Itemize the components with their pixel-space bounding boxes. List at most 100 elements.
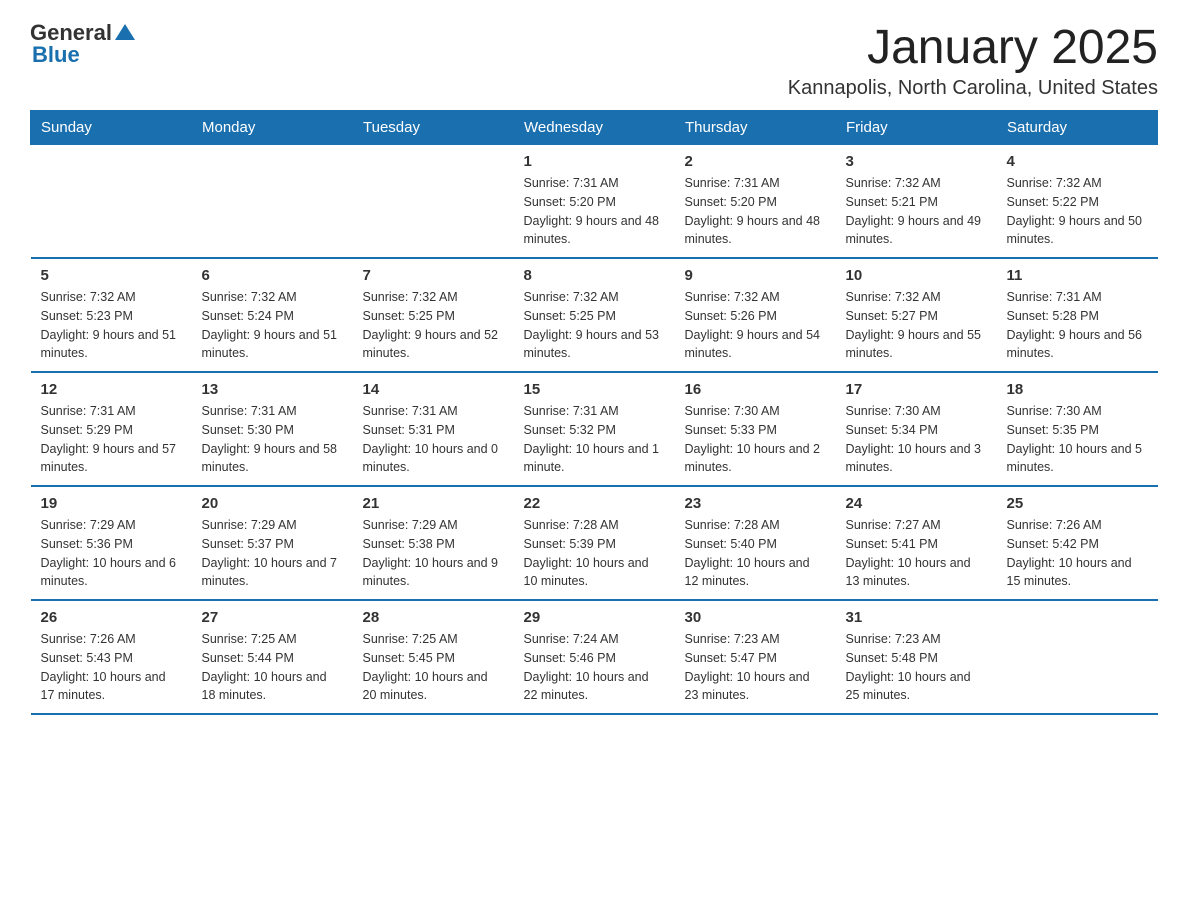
day-info: Sunrise: 7:32 AMSunset: 5:24 PMDaylight:… xyxy=(202,288,343,363)
calendar-day-13: 13Sunrise: 7:31 AMSunset: 5:30 PMDayligh… xyxy=(192,372,353,486)
day-number: 10 xyxy=(846,267,987,284)
day-number: 31 xyxy=(846,609,987,626)
calendar-header-cell-tuesday: Tuesday xyxy=(353,111,514,145)
calendar-week-row: 1 Sunrise: 7:31 AMSunset: 5:20 PMDaylight… xyxy=(31,145,1158,259)
calendar-day-31: 31Sunrise: 7:23 AMSunset: 5:48 PMDayligh… xyxy=(836,600,997,714)
calendar-day-4: 4 Sunrise: 7:32 AMSunset: 5:22 PMDaylight… xyxy=(997,145,1158,259)
calendar-day-15: 15 Sunrise: 7:31 AMSunset: 5:32 PMDayligh… xyxy=(514,372,675,486)
day-info: Sunrise: 7:30 AMSunset: 5:34 PMDaylight:… xyxy=(846,402,987,477)
location-subtitle: Kannapolis, North Carolina, United State… xyxy=(788,77,1158,100)
day-info: Sunrise: 7:31 AMSunset: 5:29 PMDaylight:… xyxy=(41,402,182,477)
day-info: Sunrise: 7:32 AMSunset: 5:22 PMDaylight:… xyxy=(1007,174,1148,249)
logo-blue-text: Blue xyxy=(32,42,80,68)
day-number: 2 xyxy=(685,153,826,170)
day-info: Sunrise: 7:31 AMSunset: 5:20 PMDaylight:… xyxy=(524,174,665,249)
calendar-day-12: 12Sunrise: 7:31 AMSunset: 5:29 PMDayligh… xyxy=(31,372,192,486)
day-number: 26 xyxy=(41,609,182,626)
calendar-body: 1 Sunrise: 7:31 AMSunset: 5:20 PMDaylight… xyxy=(31,145,1158,715)
day-info: Sunrise: 7:31 AMSunset: 5:20 PMDaylight:… xyxy=(685,174,826,249)
calendar-day-29: 29Sunrise: 7:24 AMSunset: 5:46 PMDayligh… xyxy=(514,600,675,714)
day-info: Sunrise: 7:25 AMSunset: 5:44 PMDaylight:… xyxy=(202,630,343,705)
calendar-day-18: 18 Sunrise: 7:30 AMSunset: 5:35 PMDayligh… xyxy=(997,372,1158,486)
day-info: Sunrise: 7:32 AMSunset: 5:26 PMDaylight:… xyxy=(685,288,826,363)
day-info: Sunrise: 7:29 AMSunset: 5:38 PMDaylight:… xyxy=(363,516,504,591)
calendar-day-10: 10Sunrise: 7:32 AMSunset: 5:27 PMDayligh… xyxy=(836,258,997,372)
day-number: 24 xyxy=(846,495,987,512)
day-number: 15 xyxy=(524,381,665,398)
day-number: 20 xyxy=(202,495,343,512)
logo: General Blue xyxy=(30,20,135,68)
calendar-day-16: 16 Sunrise: 7:30 AMSunset: 5:33 PMDayligh… xyxy=(675,372,836,486)
day-info: Sunrise: 7:31 AMSunset: 5:28 PMDaylight:… xyxy=(1007,288,1148,363)
day-number: 18 xyxy=(1007,381,1148,398)
day-info: Sunrise: 7:26 AMSunset: 5:43 PMDaylight:… xyxy=(41,630,182,705)
day-info: Sunrise: 7:30 AMSunset: 5:35 PMDaylight:… xyxy=(1007,402,1148,477)
day-info: Sunrise: 7:29 AMSunset: 5:37 PMDaylight:… xyxy=(202,516,343,591)
day-number: 22 xyxy=(524,495,665,512)
month-title: January 2025 xyxy=(788,20,1158,75)
calendar-day-22: 22Sunrise: 7:28 AMSunset: 5:39 PMDayligh… xyxy=(514,486,675,600)
title-section: January 2025 Kannapolis, North Carolina,… xyxy=(788,20,1158,100)
day-info: Sunrise: 7:32 AMSunset: 5:25 PMDaylight:… xyxy=(363,288,504,363)
day-number: 1 xyxy=(524,153,665,170)
calendar-day-8: 8 Sunrise: 7:32 AMSunset: 5:25 PMDaylight… xyxy=(514,258,675,372)
calendar-day-14: 14Sunrise: 7:31 AMSunset: 5:31 PMDayligh… xyxy=(353,372,514,486)
day-number: 29 xyxy=(524,609,665,626)
calendar-day-6: 6 Sunrise: 7:32 AMSunset: 5:24 PMDaylight… xyxy=(192,258,353,372)
day-number: 27 xyxy=(202,609,343,626)
calendar-day-3: 3 Sunrise: 7:32 AMSunset: 5:21 PMDaylight… xyxy=(836,145,997,259)
calendar-day-17: 17Sunrise: 7:30 AMSunset: 5:34 PMDayligh… xyxy=(836,372,997,486)
calendar-header-cell-monday: Monday xyxy=(192,111,353,145)
day-info: Sunrise: 7:32 AMSunset: 5:21 PMDaylight:… xyxy=(846,174,987,249)
calendar-day-27: 27 Sunrise: 7:25 AMSunset: 5:44 PMDayligh… xyxy=(192,600,353,714)
day-info: Sunrise: 7:28 AMSunset: 5:40 PMDaylight:… xyxy=(685,516,826,591)
day-info: Sunrise: 7:32 AMSunset: 5:25 PMDaylight:… xyxy=(524,288,665,363)
calendar-empty-cell xyxy=(353,145,514,259)
calendar-day-23: 23 Sunrise: 7:28 AMSunset: 5:40 PMDayligh… xyxy=(675,486,836,600)
day-info: Sunrise: 7:23 AMSunset: 5:47 PMDaylight:… xyxy=(685,630,826,705)
day-number: 21 xyxy=(363,495,504,512)
calendar-header-cell-sunday: Sunday xyxy=(31,111,192,145)
day-number: 25 xyxy=(1007,495,1148,512)
calendar-day-1: 1 Sunrise: 7:31 AMSunset: 5:20 PMDaylight… xyxy=(514,145,675,259)
calendar-day-24: 24Sunrise: 7:27 AMSunset: 5:41 PMDayligh… xyxy=(836,486,997,600)
calendar-header: SundayMondayTuesdayWednesdayThursdayFrid… xyxy=(31,111,1158,145)
calendar-header-cell-thursday: Thursday xyxy=(675,111,836,145)
day-number: 3 xyxy=(846,153,987,170)
calendar-header-cell-saturday: Saturday xyxy=(997,111,1158,145)
day-info: Sunrise: 7:32 AMSunset: 5:23 PMDaylight:… xyxy=(41,288,182,363)
day-number: 19 xyxy=(41,495,182,512)
calendar-day-21: 21 Sunrise: 7:29 AMSunset: 5:38 PMDayligh… xyxy=(353,486,514,600)
calendar-week-row: 5Sunrise: 7:32 AMSunset: 5:23 PMDaylight… xyxy=(31,258,1158,372)
logo-triangle-icon xyxy=(115,24,135,40)
day-info: Sunrise: 7:29 AMSunset: 5:36 PMDaylight:… xyxy=(41,516,182,591)
calendar-empty-cell xyxy=(31,145,192,259)
calendar-day-5: 5Sunrise: 7:32 AMSunset: 5:23 PMDaylight… xyxy=(31,258,192,372)
day-number: 8 xyxy=(524,267,665,284)
day-number: 4 xyxy=(1007,153,1148,170)
calendar-week-row: 12Sunrise: 7:31 AMSunset: 5:29 PMDayligh… xyxy=(31,372,1158,486)
calendar-day-28: 28Sunrise: 7:25 AMSunset: 5:45 PMDayligh… xyxy=(353,600,514,714)
day-number: 7 xyxy=(363,267,504,284)
day-number: 14 xyxy=(363,381,504,398)
calendar-header-cell-wednesday: Wednesday xyxy=(514,111,675,145)
calendar-day-11: 11Sunrise: 7:31 AMSunset: 5:28 PMDayligh… xyxy=(997,258,1158,372)
day-number: 9 xyxy=(685,267,826,284)
day-number: 23 xyxy=(685,495,826,512)
calendar-header-row: SundayMondayTuesdayWednesdayThursdayFrid… xyxy=(31,111,1158,145)
day-number: 16 xyxy=(685,381,826,398)
day-number: 30 xyxy=(685,609,826,626)
page-header: General Blue January 2025 Kannapolis, No… xyxy=(30,20,1158,100)
calendar-day-25: 25 Sunrise: 7:26 AMSunset: 5:42 PMDayligh… xyxy=(997,486,1158,600)
day-number: 28 xyxy=(363,609,504,626)
day-number: 6 xyxy=(202,267,343,284)
day-info: Sunrise: 7:31 AMSunset: 5:32 PMDaylight:… xyxy=(524,402,665,477)
calendar-day-19: 19 Sunrise: 7:29 AMSunset: 5:36 PMDayligh… xyxy=(31,486,192,600)
day-number: 13 xyxy=(202,381,343,398)
day-info: Sunrise: 7:26 AMSunset: 5:42 PMDaylight:… xyxy=(1007,516,1148,591)
calendar-day-2: 2 Sunrise: 7:31 AMSunset: 5:20 PMDaylight… xyxy=(675,145,836,259)
calendar-day-20: 20 Sunrise: 7:29 AMSunset: 5:37 PMDayligh… xyxy=(192,486,353,600)
day-info: Sunrise: 7:30 AMSunset: 5:33 PMDaylight:… xyxy=(685,402,826,477)
calendar-day-9: 9 Sunrise: 7:32 AMSunset: 5:26 PMDaylight… xyxy=(675,258,836,372)
calendar-empty-cell xyxy=(192,145,353,259)
